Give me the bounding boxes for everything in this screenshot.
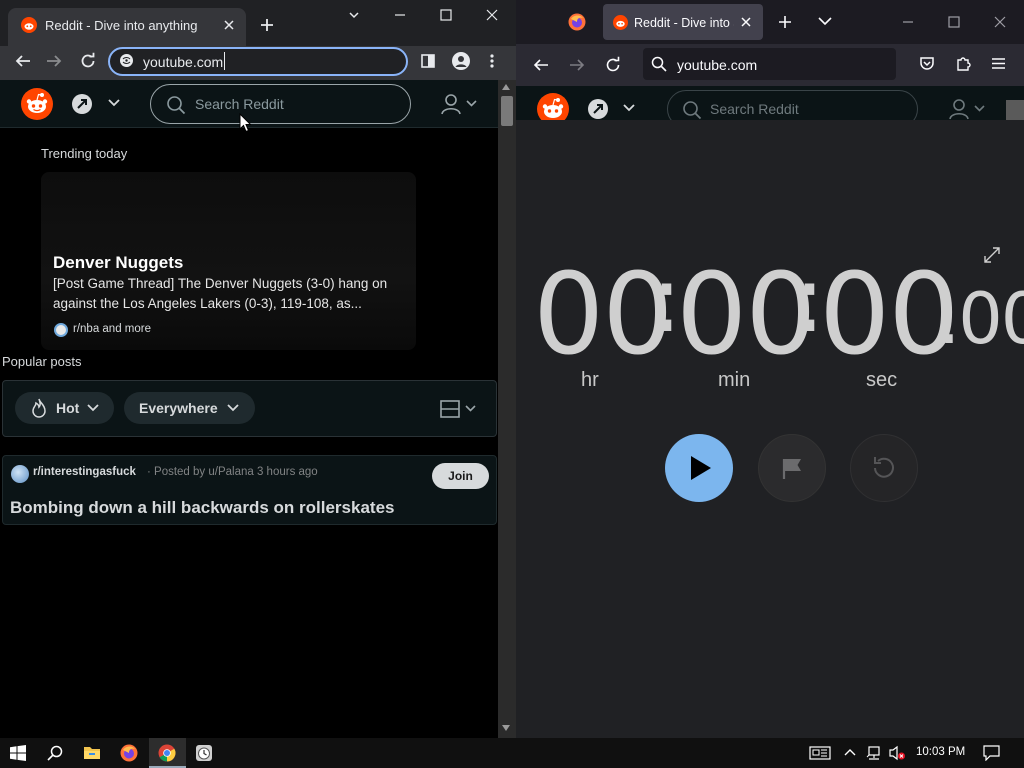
firefox-tab-title: Reddit - Dive into anything xyxy=(634,16,734,30)
play-icon xyxy=(691,456,711,480)
mouse-cursor-icon xyxy=(239,113,251,133)
news-widget-icon[interactable] xyxy=(809,745,831,761)
chrome-tab-title: Reddit - Dive into anything xyxy=(45,18,198,33)
stopwatch-panel xyxy=(516,120,1024,738)
reddit-logo-icon[interactable] xyxy=(21,88,53,120)
trending-card-description: [Post Game Thread] The Denver Nuggets (3… xyxy=(53,276,388,311)
stopwatch-fraction: .00 xyxy=(938,278,1024,360)
reddit-search-placeholder: Search Reddit xyxy=(195,96,284,112)
maximize-icon[interactable] xyxy=(439,8,453,22)
stopwatch-seconds: 00 xyxy=(819,250,960,380)
reddit-search-placeholder: Search Reddit xyxy=(710,101,799,117)
subreddit-avatar-icon xyxy=(54,323,68,337)
close-window-icon[interactable] xyxy=(993,15,1007,29)
minutes-label: min xyxy=(718,369,751,391)
trending-card-title: Denver Nuggets xyxy=(53,253,184,272)
reddit-favicon-icon xyxy=(21,17,37,33)
reload-icon[interactable] xyxy=(79,52,97,70)
start-button[interactable] xyxy=(665,434,733,502)
trending-card-subreddit: r/nba and more xyxy=(73,323,151,335)
taskbar-search-icon[interactable] xyxy=(47,745,63,761)
new-tab-icon[interactable] xyxy=(777,14,793,30)
scroll-down-arrow-icon[interactable] xyxy=(502,725,510,731)
notifications-icon[interactable] xyxy=(983,745,1000,761)
network-icon[interactable] xyxy=(866,745,882,761)
close-tab-icon[interactable] xyxy=(222,18,236,32)
search-icon xyxy=(166,95,186,115)
view-layout-icon[interactable] xyxy=(440,400,478,418)
reset-button[interactable] xyxy=(850,434,918,502)
join-button[interactable]: Join xyxy=(432,463,489,489)
side-panel-icon[interactable] xyxy=(421,54,435,68)
minimize-icon[interactable] xyxy=(393,8,407,22)
page-scrollbar[interactable] xyxy=(498,80,516,738)
back-arrow-icon[interactable] xyxy=(532,57,550,73)
lap-button[interactable] xyxy=(758,434,826,502)
firefox-view-icon[interactable] xyxy=(568,13,586,31)
expand-icon[interactable] xyxy=(983,246,1001,264)
tab-search-chevron-icon[interactable] xyxy=(347,8,361,22)
text-caret xyxy=(224,52,225,70)
popular-feed-icon[interactable] xyxy=(588,99,608,119)
clock-app-icon[interactable] xyxy=(195,744,213,762)
scrollbar-thumb[interactable] xyxy=(1006,100,1024,120)
sort-hot-label: Hot xyxy=(56,400,80,416)
taskbar-clock[interactable]: 10:03 PM xyxy=(916,746,965,758)
close-window-icon[interactable] xyxy=(485,8,499,22)
user-menu-icon[interactable] xyxy=(949,98,987,120)
chrome-taskbar-icon xyxy=(158,744,176,762)
sort-hot-chevron-icon xyxy=(87,404,99,412)
hamburger-menu-icon[interactable] xyxy=(991,57,1006,70)
hours-label: hr xyxy=(581,369,599,391)
scroll-up-arrow-icon[interactable] xyxy=(502,84,510,90)
minimize-icon[interactable] xyxy=(901,15,915,29)
windows-start-icon[interactable] xyxy=(10,745,26,761)
file-explorer-icon[interactable] xyxy=(83,744,101,760)
reset-icon xyxy=(874,457,894,478)
address-bar-text: youtube.com xyxy=(677,57,758,73)
maximize-icon[interactable] xyxy=(947,15,961,29)
address-bar-text: youtube.com xyxy=(143,54,224,70)
user-menu-icon[interactable] xyxy=(441,93,479,115)
reddit-favicon-icon xyxy=(613,15,628,30)
volume-muted-icon[interactable] xyxy=(888,745,906,761)
profile-icon[interactable] xyxy=(452,52,470,70)
flame-icon xyxy=(30,398,48,418)
firefox-taskbar-icon[interactable] xyxy=(120,744,138,762)
back-arrow-icon[interactable] xyxy=(14,53,32,69)
post-title[interactable]: Bombing down a hill backwards on rollers… xyxy=(10,498,394,518)
post-subreddit-link[interactable]: r/interestingasfuck xyxy=(33,466,136,478)
subreddit-avatar-icon xyxy=(11,465,29,483)
show-hidden-icons-icon[interactable] xyxy=(844,747,856,757)
chrome-menu-icon[interactable] xyxy=(489,53,495,69)
list-all-tabs-icon[interactable] xyxy=(818,16,832,26)
popular-posts-heading: Popular posts xyxy=(2,354,82,369)
new-tab-icon[interactable] xyxy=(259,17,275,33)
search-icon xyxy=(651,56,667,72)
feed-dropdown-chevron-icon[interactable] xyxy=(623,103,635,113)
post-meta: · Posted by u/Palana 3 hours ago xyxy=(147,466,318,478)
feed-dropdown-chevron-icon[interactable] xyxy=(108,98,120,108)
seconds-label: sec xyxy=(866,369,898,391)
location-filter-label: Everywhere xyxy=(139,400,218,416)
search-icon xyxy=(682,100,702,120)
extensions-icon[interactable] xyxy=(955,55,972,72)
trending-heading: Trending today xyxy=(41,146,128,161)
reload-icon[interactable] xyxy=(604,56,622,74)
forward-arrow-icon[interactable] xyxy=(45,53,63,69)
site-info-icon[interactable] xyxy=(119,53,134,68)
flag-icon xyxy=(782,459,801,479)
close-tab-icon[interactable] xyxy=(740,16,752,28)
popular-feed-icon[interactable] xyxy=(72,94,92,114)
location-chevron-icon xyxy=(227,404,239,412)
pocket-icon[interactable] xyxy=(919,56,935,72)
scrollbar-thumb[interactable] xyxy=(501,96,513,126)
forward-arrow-icon[interactable] xyxy=(568,57,586,73)
